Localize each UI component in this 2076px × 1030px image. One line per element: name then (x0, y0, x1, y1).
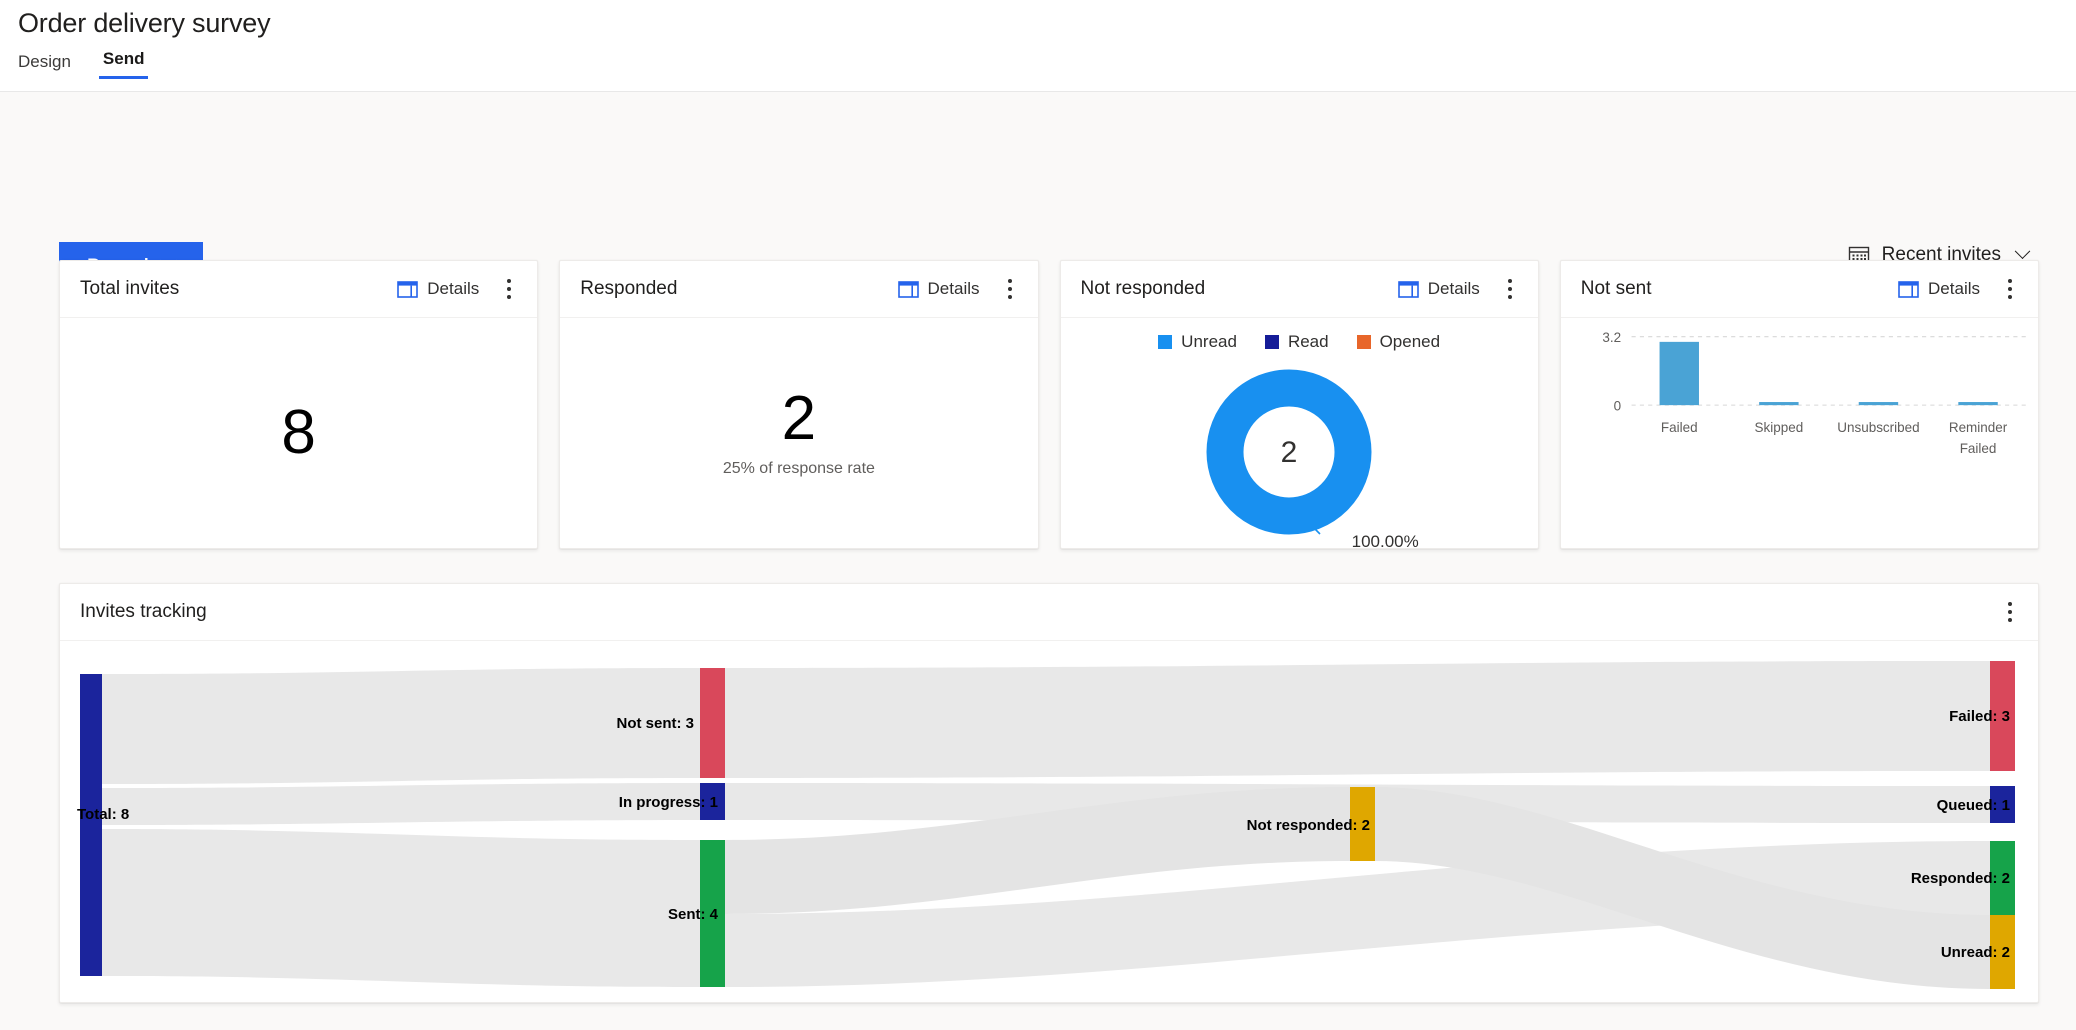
more-options-icon[interactable] (495, 274, 523, 304)
card-header: Not sent Details (1561, 261, 2038, 318)
more-options-icon[interactable] (996, 274, 1024, 304)
tab-send[interactable]: Send (99, 50, 149, 79)
tab-design[interactable]: Design (14, 53, 75, 79)
xtick-reminder-failed-line1: Reminder (1949, 420, 2008, 435)
card-not-responded: Not responded Details Unread Read (1060, 260, 1539, 549)
more-options-icon[interactable] (1996, 597, 2024, 627)
legend-item-read[interactable]: Read (1265, 332, 1329, 352)
legend-label: Unread (1181, 332, 1237, 352)
details-button[interactable]: Details (892, 275, 986, 303)
card-title: Responded (580, 278, 891, 300)
sankey-area: Total: 8 Not sent: 3 In progress: 1 Sent… (60, 641, 2038, 1003)
response-rate-text: 25% of response rate (723, 460, 875, 478)
donut-center-value: 2 (1281, 436, 1298, 469)
ytick-min: 0 (1613, 398, 1621, 413)
donut-chart[interactable]: 2 100.00% (1061, 366, 1538, 556)
legend-label: Read (1288, 332, 1329, 352)
responded-value: 2 (782, 388, 816, 450)
card-header: Total invites Details (60, 261, 537, 318)
details-button[interactable]: Details (391, 275, 485, 303)
donut-percent-label: 100.00% (1352, 532, 1419, 552)
ytick-max: 3.2 (1602, 330, 1621, 345)
details-button[interactable]: Details (1892, 275, 1986, 303)
tab-bar: Design Send (14, 50, 148, 79)
xtick-skipped: Skipped (1754, 420, 1803, 435)
node-label-not-sent: Not sent: 3 (616, 715, 694, 732)
panel-title: Invites tracking (80, 601, 1986, 623)
details-label: Details (1428, 279, 1480, 299)
not-sent-bar-labels: 3.2 0 Failed Skipped Unsubscribed Remind… (1561, 318, 2038, 559)
card-header: Responded Details (560, 261, 1037, 318)
details-button[interactable]: Details (1392, 275, 1486, 303)
details-label: Details (1928, 279, 1980, 299)
card-header: Not responded Details (1061, 261, 1538, 318)
sankey-labels: Total: 8 Not sent: 3 In progress: 1 Sent… (60, 641, 2038, 1003)
more-options-icon[interactable] (1496, 274, 1524, 304)
command-bar: Resend Recent invites Invites sent since… (0, 92, 2076, 200)
card-total-invites: Total invites Details 8 (59, 260, 538, 549)
card-title: Total invites (80, 278, 391, 300)
node-label-responded: Responded: 2 (1911, 870, 2010, 887)
legend-label: Opened (1380, 332, 1441, 352)
details-pane-icon (1898, 281, 1919, 298)
total-invites-value: 8 (281, 402, 315, 464)
legend-swatch (1357, 335, 1371, 349)
node-label-sent: Sent: 4 (668, 906, 719, 923)
node-label-unread: Unread: 2 (1941, 944, 2010, 961)
donut-svg: 2 (1194, 366, 1404, 556)
details-pane-icon (397, 281, 418, 298)
legend-swatch (1265, 335, 1279, 349)
card-body: Unread Read Opened 2 100.00% (1061, 318, 1538, 548)
node-label-total: Total: 8 (77, 806, 129, 823)
details-label: Details (928, 279, 980, 299)
card-body: 3.2 0 Failed Skipped Unsubscribed Remind… (1561, 318, 2038, 548)
details-label: Details (427, 279, 479, 299)
node-label-not-responded: Not responded: 2 (1247, 817, 1370, 834)
legend-item-unread[interactable]: Unread (1158, 332, 1237, 352)
legend-item-opened[interactable]: Opened (1357, 332, 1441, 352)
app-header: Order delivery survey Design Send (0, 0, 2076, 92)
panel-header: Invites tracking (60, 584, 2038, 641)
page-title: Order delivery survey (18, 8, 270, 39)
xtick-unsubscribed: Unsubscribed (1837, 420, 1919, 435)
donut-legend: Unread Read Opened (1061, 332, 1538, 352)
more-options-icon[interactable] (1996, 274, 2024, 304)
chevron-down-icon (2015, 243, 2031, 259)
card-responded: Responded Details 2 25% of response rate (559, 260, 1038, 549)
legend-swatch (1158, 335, 1172, 349)
xtick-reminder-failed-line2: Failed (1959, 441, 1996, 456)
details-pane-icon (898, 281, 919, 298)
card-not-sent: Not sent Details (1560, 260, 2039, 549)
card-body: 8 (60, 318, 537, 548)
card-title: Not sent (1581, 278, 1892, 300)
kpi-card-row: Total invites Details 8 Responded (59, 260, 2039, 549)
card-title: Not responded (1081, 278, 1392, 300)
invites-tracking-panel: Invites tracking (59, 583, 2039, 1003)
card-body: 2 25% of response rate (560, 318, 1037, 548)
node-label-in-progress: In progress: 1 (619, 794, 718, 811)
node-label-failed: Failed: 3 (1949, 708, 2010, 725)
details-pane-icon (1398, 281, 1419, 298)
xtick-failed: Failed (1661, 420, 1698, 435)
node-label-queued: Queued: 1 (1937, 797, 2010, 814)
